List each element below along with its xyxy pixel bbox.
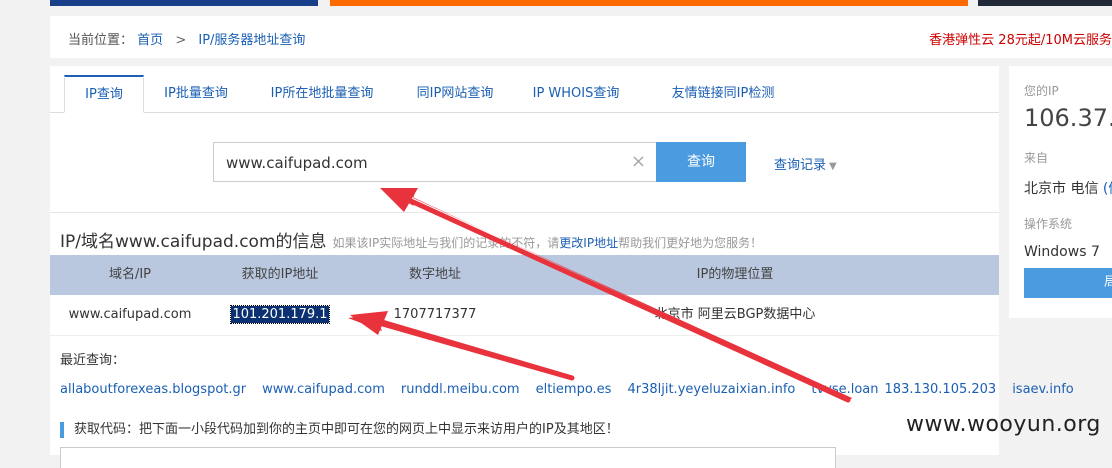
header-location: IP的物理位置 <box>696 267 774 282</box>
query-history-dropdown[interactable]: 查询记录 ▼ <box>774 154 837 173</box>
os-value: Windows 7 <box>1024 244 1100 260</box>
breadcrumb-separator: > <box>175 33 187 48</box>
banner-ad-center[interactable] <box>330 0 968 6</box>
side-action-button[interactable]: 局 <box>1024 268 1112 298</box>
tab-friend-link-check[interactable]: 友情链接同IP检测 <box>658 76 788 111</box>
promo-link[interactable]: 香港弹性云 28元起/10M云服务 <box>929 29 1112 48</box>
change-ip-link[interactable]: 更改IP地址 <box>559 236 618 250</box>
breadcrumb: 当前位置： 首页 > IP/服务器地址查询 <box>68 29 305 48</box>
from-value: 北京市 电信 (修 <box>1024 178 1112 198</box>
search-button[interactable]: 查询 <box>656 142 746 182</box>
your-ip-value: 106.37.2 <box>1024 104 1112 132</box>
banner-ad-left[interactable] <box>50 0 318 6</box>
banner-ad-right[interactable] <box>978 0 1112 6</box>
info-note: 如果该IP实际地址与我们的记录的不符，请更改IP地址帮助我们更好地为您服务！ <box>333 236 763 250</box>
breadcrumb-bar: 当前位置： 首页 > IP/服务器地址查询 香港弹性云 28元起/10M云服务 <box>50 16 1112 58</box>
section-divider <box>50 212 999 213</box>
recent-link[interactable]: 183.130.105.203 <box>885 382 997 397</box>
header-ip: 获取的IP地址 <box>241 267 319 282</box>
cell-ip: 101.201.179.1 <box>220 295 340 335</box>
recent-link[interactable]: 4r38ljit.yeyeluzaixian.info <box>627 382 795 397</box>
clear-icon[interactable]: × <box>631 151 646 172</box>
code-section-title: 获取代码：把下面一小段代码加到你的主页中即可在您的网页上中显示来访用户的IP及其… <box>60 422 619 438</box>
breadcrumb-home-link[interactable]: 首页 <box>137 33 163 48</box>
from-label: 来自 <box>1024 151 1049 165</box>
from-value-text: 北京市 电信 <box>1024 181 1099 197</box>
watermark: www.wooyun.org <box>906 412 1101 437</box>
result-table-header: 域名/IP 获取的IP地址 数字地址 IP的物理位置 <box>50 255 999 295</box>
from-edit-link[interactable]: (修 <box>1103 181 1112 197</box>
code-title-desc: 把下面一小段代码加到你的主页中即可在您的网页上中显示来访用户的IP及其地区！ <box>139 422 619 437</box>
recent-link[interactable]: eltiempo.es <box>536 382 612 397</box>
caret-down-icon: ▼ <box>829 161 837 172</box>
table-row: www.caifupad.com 101.201.179.1 170771737… <box>50 295 999 336</box>
search-box: × <box>213 142 657 183</box>
recent-link[interactable]: runddl.meibu.com <box>401 382 520 397</box>
top-banner-strip <box>0 0 1112 6</box>
code-title-label: 获取代码： <box>74 422 140 437</box>
info-note-after: 帮助我们更好地为您服务！ <box>618 236 763 250</box>
header-numeric: 数字地址 <box>408 267 461 282</box>
header-domain: 域名/IP <box>108 267 152 282</box>
cell-location: 北京市 阿里云BGP数据中心 <box>654 307 816 322</box>
tab-bar: IP查询 IP批量查询 IP所在地批量查询 同IP网站查询 IP WHOIS查询… <box>50 75 999 113</box>
main-panel: IP查询 IP批量查询 IP所在地批量查询 同IP网站查询 IP WHOIS查询… <box>50 66 1074 468</box>
os-label: 操作系统 <box>1024 217 1073 231</box>
tab-ip-location-batch[interactable]: IP所在地批量查询 <box>260 76 384 111</box>
breadcrumb-prefix: 当前位置： <box>68 33 134 48</box>
recent-label: 最近查询： <box>60 353 126 368</box>
info-title: IP/域名www.caifupad.com的信息 <box>60 232 327 252</box>
recent-link[interactable]: allaboutforexeas.blogspot.gr <box>60 382 246 397</box>
selected-ip-text[interactable]: 101.201.179.1 <box>230 305 330 324</box>
tab-ip-whois[interactable]: IP WHOIS查询 <box>526 76 626 111</box>
breadcrumb-current-link[interactable]: IP/服务器地址查询 <box>198 33 305 48</box>
code-textarea[interactable] <box>60 447 836 468</box>
query-history-label: 查询记录 <box>774 158 827 173</box>
recent-link[interactable]: www.caifupad.com <box>262 382 385 397</box>
info-heading: IP/域名www.caifupad.com的信息 如果该IP实际地址与我们的记录的… <box>60 227 762 252</box>
search-input[interactable] <box>224 143 628 183</box>
tab-ip-batch[interactable]: IP批量查询 <box>154 76 238 111</box>
recent-link[interactable]: tvvse.loan <box>811 382 878 397</box>
tab-ip-query[interactable]: IP查询 <box>64 75 144 113</box>
visitor-info-panel: 您的IP 106.37.2 来自 北京市 电信 (修 操作系统 Windows … <box>1009 66 1112 318</box>
your-ip-label: 您的IP <box>1024 84 1059 98</box>
info-note-before: 如果该IP实际地址与我们的记录的不符，请 <box>332 236 560 250</box>
cell-numeric: 1707717377 <box>393 307 477 322</box>
tab-same-ip-sites[interactable]: 同IP网站查询 <box>406 76 504 111</box>
cell-domain: www.caifupad.com <box>68 307 192 322</box>
recent-link[interactable]: isaev.info <box>1012 382 1074 397</box>
recent-queries: 最近查询： allaboutforexeas.blogspot.gr www.cai… <box>60 346 1074 404</box>
